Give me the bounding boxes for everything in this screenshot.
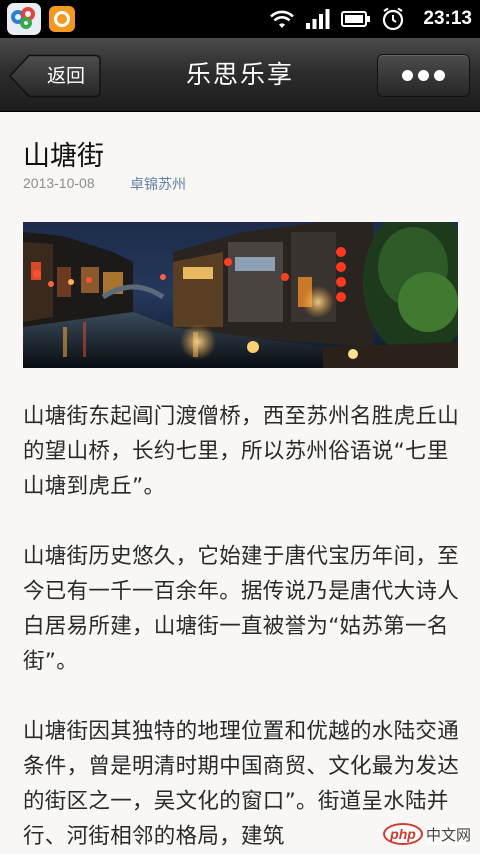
nav-bar: 返回 乐思乐享 — [0, 38, 480, 112]
article-hero-image — [23, 222, 458, 368]
more-dots-icon — [402, 70, 413, 81]
back-button-label: 返回 — [46, 65, 85, 87]
more-dot — [434, 70, 445, 81]
clock-time: 23:13 — [423, 8, 472, 29]
battery-icon — [341, 11, 371, 27]
article-author-link[interactable]: 卓锦苏州 — [130, 174, 186, 194]
more-button[interactable] — [377, 54, 470, 97]
watermark-site-label: 中文网 — [425, 823, 471, 845]
status-bar: 23:13 — [0, 0, 480, 38]
app-shortcut-icon — [7, 3, 41, 35]
page-title: 乐思乐享 — [185, 60, 294, 89]
php-logo-icon: php — [382, 823, 423, 845]
watermark: php 中文网 — [382, 823, 471, 845]
article-paragraph: 山塘街历史悠久，它始建于唐代宝历年间，至今已有一千一百余年。据传说乃是唐代大诗人… — [23, 544, 460, 674]
more-dot — [418, 70, 429, 81]
article-date: 2013-10-08 — [23, 175, 95, 191]
signal-icon — [306, 9, 330, 29]
article-body: 山塘街东起阊门渡僧桥，西至苏州名胜虎丘山的望山桥，长约七里，所以苏州俗语说“七里… — [23, 399, 463, 854]
article-title: 山塘街 — [23, 141, 104, 172]
article: 山塘街 2013-10-08 卓锦苏州 山塘街东起阊门渡僧桥，西至苏州名胜虎丘山… — [0, 113, 480, 854]
alarm-icon — [383, 7, 404, 31]
wifi-icon — [270, 10, 295, 28]
orange-app-icon — [49, 6, 75, 32]
back-button[interactable]: 返回 — [9, 54, 101, 98]
article-paragraph: 山塘街东起阊门渡僧桥，西至苏州名胜虎丘山的望山桥，长约七里，所以苏州俗语说“七里… — [23, 404, 460, 499]
